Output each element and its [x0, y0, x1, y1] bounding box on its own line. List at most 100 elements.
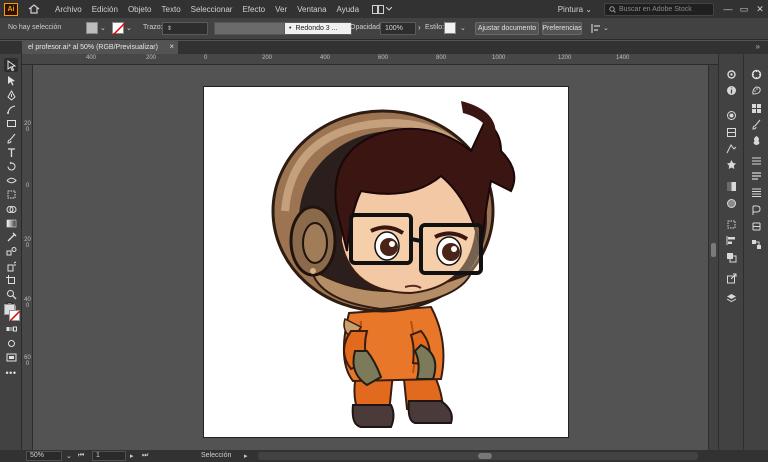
- close-tab-icon[interactable]: ×: [169, 42, 174, 51]
- zoom-tool[interactable]: [3, 287, 19, 301]
- direct-selection-tool[interactable]: [3, 73, 19, 87]
- color-guide-icon[interactable]: [750, 68, 763, 81]
- tools-panel: » •••: [0, 54, 22, 450]
- brushes-icon[interactable]: [750, 118, 763, 131]
- symbol-sprayer-tool[interactable]: [3, 259, 19, 273]
- collapse-arrows-icon[interactable]: »: [756, 42, 760, 51]
- fill-dropdown-icon[interactable]: ⌄: [100, 24, 106, 32]
- align-dropdown-icon[interactable]: ⌄: [603, 24, 609, 32]
- menu-ayuda[interactable]: Ayuda: [332, 5, 365, 14]
- eyedropper-tool[interactable]: [3, 230, 19, 244]
- graphic-style-swatch[interactable]: [444, 22, 456, 34]
- links-icon[interactable]: [750, 238, 763, 251]
- gradient-tool[interactable]: [3, 216, 19, 230]
- menu-ventana[interactable]: Ventana: [292, 5, 331, 14]
- minimize-button[interactable]: —: [720, 4, 736, 14]
- character-icon[interactable]: [750, 170, 763, 183]
- scroll-thumb[interactable]: [711, 243, 716, 257]
- home-icon[interactable]: [28, 4, 40, 14]
- paragraph-icon[interactable]: [750, 186, 763, 199]
- zoom-dropdown-icon[interactable]: ⌄: [66, 452, 72, 460]
- menu-seleccionar[interactable]: Seleccionar: [186, 5, 238, 14]
- menu-objeto[interactable]: Objeto: [123, 5, 157, 14]
- arrange-documents-icon[interactable]: [372, 4, 393, 14]
- menu-ver[interactable]: Ver: [270, 5, 292, 14]
- document-setup-button[interactable]: Ajustar documento: [475, 22, 539, 35]
- free-transform-tool[interactable]: [3, 187, 19, 201]
- ruler-label: 600: [24, 355, 31, 367]
- zoom-level-field[interactable]: 50%: [26, 451, 62, 461]
- status-arrow-icon[interactable]: ▸: [244, 452, 248, 460]
- asset-export-icon[interactable]: [725, 272, 738, 285]
- artboard-navigation-field[interactable]: 1: [92, 451, 126, 461]
- type-tool[interactable]: [3, 145, 19, 159]
- fill-swatch[interactable]: [86, 22, 98, 34]
- width-tool[interactable]: [3, 173, 19, 187]
- panel-dock: [718, 54, 768, 450]
- rectangle-tool[interactable]: [3, 116, 19, 130]
- opacity-arrow-icon[interactable]: ›: [418, 23, 421, 32]
- stroke-color-box[interactable]: [9, 310, 21, 322]
- artboard-tool[interactable]: [3, 273, 19, 287]
- symbols-icon[interactable]: [725, 158, 738, 171]
- workspace-switcher[interactable]: Pintura ⌄: [558, 5, 604, 14]
- symbols-library-icon[interactable]: [750, 134, 763, 147]
- stroke-icon[interactable]: [750, 154, 763, 167]
- first-artboard-button[interactable]: ⏮: [78, 452, 84, 460]
- libraries-icon[interactable]: [725, 126, 738, 139]
- swatches-icon[interactable]: [750, 102, 763, 115]
- pen-icon: [6, 89, 16, 101]
- curvature-tool[interactable]: [3, 102, 19, 116]
- stroke-weight-field[interactable]: ⇕: [162, 22, 208, 35]
- menu-texto[interactable]: Texto: [157, 5, 186, 14]
- transform-icon[interactable]: [725, 218, 738, 231]
- layers-icon[interactable]: [725, 292, 738, 305]
- document-tab[interactable]: el profesor.ai* al 50% (RGB/Previsualiza…: [22, 41, 178, 54]
- next-artboard-button[interactable]: ▸: [130, 452, 134, 460]
- menu-efecto[interactable]: Efecto: [237, 5, 270, 14]
- vertical-scrollbar[interactable]: [708, 65, 718, 450]
- last-artboard-button[interactable]: ⏭: [142, 452, 148, 460]
- ruler-label: 1000: [492, 55, 506, 61]
- stroke-dropdown-icon[interactable]: ⌄: [126, 24, 132, 32]
- close-window-button[interactable]: ✕: [752, 4, 768, 15]
- brush-icon: [6, 133, 15, 144]
- stroke-swatch[interactable]: [112, 22, 126, 36]
- menu-edicion[interactable]: Edición: [87, 5, 123, 14]
- edit-toolbar-icon[interactable]: •••: [3, 366, 19, 380]
- ruler-label: 400: [24, 297, 31, 309]
- color-icon[interactable]: [750, 84, 763, 97]
- stock-search-input[interactable]: Buscar en Adobe Stock: [604, 2, 714, 16]
- draw-mode-icon[interactable]: [3, 336, 19, 350]
- style-dropdown-icon[interactable]: ⌄: [460, 24, 466, 32]
- menu-archivo[interactable]: Archivo: [50, 5, 87, 14]
- glyphs-icon[interactable]: [750, 220, 763, 233]
- maximize-button[interactable]: ▭: [736, 4, 752, 15]
- preferences-button[interactable]: Preferencias: [542, 22, 582, 35]
- appearance-icon[interactable]: [725, 109, 738, 122]
- opentype-icon[interactable]: [750, 204, 763, 217]
- pen-tool[interactable]: [3, 88, 19, 102]
- artboard[interactable]: [203, 86, 569, 438]
- current-tool-status: Selección: [201, 452, 232, 459]
- transparency-icon[interactable]: [725, 180, 738, 193]
- color-mode-icons[interactable]: [3, 322, 19, 336]
- selection-tool[interactable]: [4, 58, 18, 72]
- screen-mode-icon[interactable]: [3, 350, 19, 364]
- opacity-field[interactable]: 100%: [380, 22, 416, 35]
- brush-definition-dropdown[interactable]: • Redondo 3 ...: [284, 22, 352, 35]
- horizontal-scrollbar[interactable]: [258, 452, 698, 460]
- align-panel-icon[interactable]: [725, 234, 738, 247]
- graphic-styles-icon[interactable]: [725, 142, 738, 155]
- blend-tool[interactable]: [3, 244, 19, 258]
- horizontal-scroll-thumb[interactable]: [478, 453, 492, 459]
- rotate-tool[interactable]: [3, 159, 19, 173]
- pathfinder-icon[interactable]: [725, 251, 738, 264]
- shape-builder-tool[interactable]: [3, 202, 19, 216]
- paintbrush-tool[interactable]: [3, 131, 19, 145]
- properties-icon[interactable]: [725, 68, 738, 81]
- info-icon[interactable]: [725, 84, 738, 97]
- astronaut-illustration[interactable]: [204, 87, 570, 439]
- gradient-panel-icon[interactable]: [725, 197, 738, 210]
- align-icon[interactable]: [591, 24, 601, 33]
